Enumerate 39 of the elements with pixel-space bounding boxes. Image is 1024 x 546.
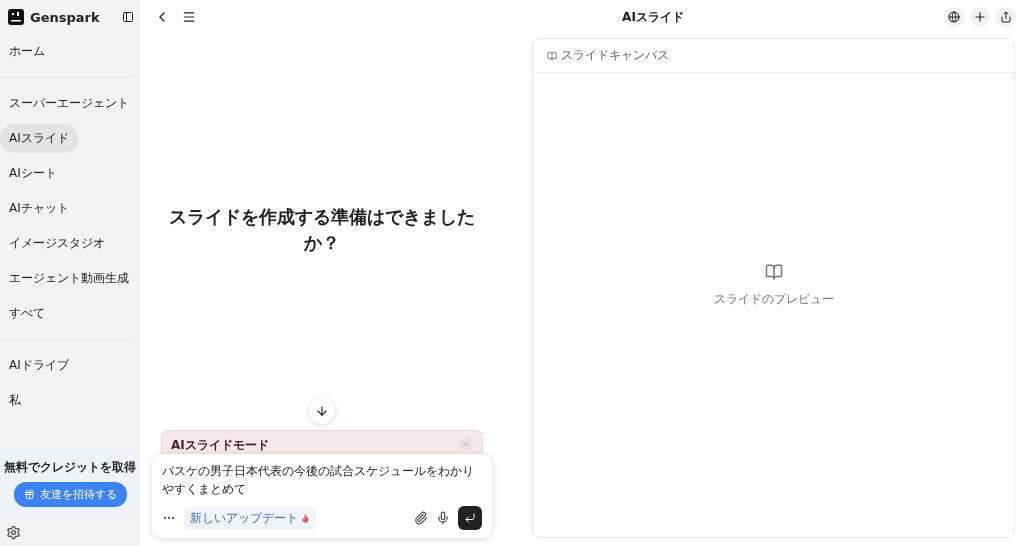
promo-title: 無料でクレジットを取得: [4, 459, 136, 476]
book-icon: [764, 262, 783, 281]
mode-label: AIスライドモード: [171, 437, 269, 454]
mic-icon[interactable]: [436, 511, 450, 525]
heading: スライドを作成する準備はできましたか？: [168, 205, 476, 256]
brand-name: Genspark: [30, 9, 101, 25]
canvas-title: スライドキャンバス: [561, 47, 669, 64]
plus-icon: [973, 10, 987, 24]
update-badge[interactable]: 新しいアップデート: [184, 506, 316, 530]
globe-icon: [948, 11, 960, 23]
settings-icon[interactable]: [6, 525, 21, 540]
sidebar-item[interactable]: AIドライブ: [0, 351, 78, 380]
add-button[interactable]: [970, 7, 990, 27]
sidebar-item[interactable]: すべて: [0, 299, 54, 328]
sidebar-item[interactable]: 私: [0, 386, 30, 415]
preview-label: スライドのプレビュー: [713, 290, 834, 308]
sidebar-item[interactable]: AIスライド: [0, 124, 78, 153]
sidebar-item[interactable]: ホーム: [0, 37, 54, 66]
send-button[interactable]: [458, 506, 482, 530]
scroll-down-button[interactable]: [309, 398, 335, 424]
sidebar-item[interactable]: エージェント動画生成: [0, 264, 138, 293]
globe-button[interactable]: [944, 7, 964, 27]
page-title: AIスライド: [621, 8, 685, 26]
gift-icon: [23, 489, 35, 500]
sidebar-item[interactable]: AIチャット: [0, 194, 78, 223]
return-icon: [464, 511, 476, 525]
sidebar-item[interactable]: イメージスタジオ: [0, 229, 114, 258]
sidebar-item[interactable]: AIシート: [0, 159, 66, 188]
logo-icon: [8, 9, 24, 25]
sidebar-item[interactable]: スーパーエージェント: [0, 89, 138, 118]
book-icon: [547, 50, 557, 61]
flame-icon: [301, 513, 310, 523]
share-icon: [1000, 11, 1012, 23]
arrow-down-icon: [315, 404, 329, 418]
invite-button[interactable]: 友達を招待する: [13, 482, 127, 507]
sidebar-toggle-icon[interactable]: [122, 11, 134, 23]
menu-icon[interactable]: [182, 10, 196, 24]
paperclip-icon[interactable]: [414, 511, 428, 525]
share-button[interactable]: [996, 7, 1016, 27]
